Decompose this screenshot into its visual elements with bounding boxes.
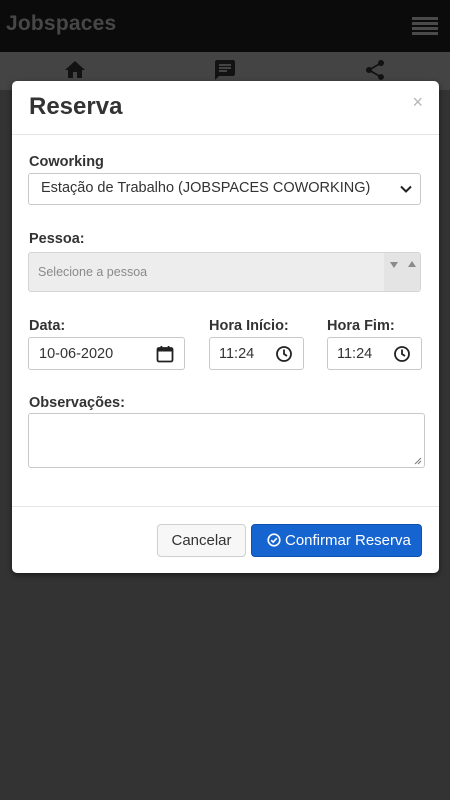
coworking-label: Coworking	[29, 154, 104, 170]
caret-up-icon	[408, 261, 416, 267]
chevron-down-icon	[400, 185, 412, 193]
data-label: Data:	[29, 318, 66, 334]
confirm-reservation-button[interactable]: Confirmar Reserva	[251, 524, 422, 557]
observacoes-textarea[interactable]	[28, 413, 425, 468]
hora-fim-input[interactable]: 11:24	[327, 337, 422, 370]
pessoa-label: Pessoa:	[29, 231, 85, 247]
chat-icon[interactable]	[213, 58, 237, 82]
hora-fim-label: Hora Fim:	[327, 318, 395, 334]
hora-inicio-value: 11:24	[219, 346, 255, 362]
caret-down-icon	[390, 262, 398, 268]
date-input[interactable]: 10-06-2020	[28, 337, 185, 370]
modal-header: Reserva ×	[12, 81, 439, 135]
coworking-select-value: Estação de Trabalho (JOBSPACES COWORKING…	[41, 180, 371, 196]
calendar-icon[interactable]	[156, 345, 174, 363]
app-title: Jobspaces	[6, 12, 117, 35]
date-input-value: 10-06-2020	[39, 346, 114, 362]
close-button[interactable]: ×	[412, 93, 423, 111]
confirm-button-label: Confirmar Reserva	[285, 532, 411, 549]
pessoa-select-arrows[interactable]	[384, 253, 420, 291]
observacoes-label: Observações:	[29, 395, 125, 411]
resize-grip-icon[interactable]	[414, 457, 422, 465]
coworking-select[interactable]: Estação de Trabalho (JOBSPACES COWORKING…	[28, 173, 421, 205]
modal-footer: Cancelar Confirmar Reserva	[12, 506, 439, 573]
check-circle-icon	[267, 533, 281, 547]
hora-inicio-input[interactable]: 11:24	[209, 337, 304, 370]
clock-icon[interactable]	[275, 345, 293, 363]
app-header: Jobspaces	[0, 0, 450, 52]
share-icon[interactable]	[363, 58, 387, 82]
cancel-button[interactable]: Cancelar	[157, 524, 246, 557]
reservation-modal: Reserva × Coworking Estação de Trabalho …	[12, 81, 439, 573]
home-icon[interactable]	[63, 58, 87, 82]
pessoa-select[interactable]: Selecione a pessoa	[28, 252, 421, 292]
hora-inicio-label: Hora Início:	[209, 318, 289, 334]
clock-icon[interactable]	[393, 345, 411, 363]
modal-title: Reserva	[29, 93, 123, 120]
hamburger-menu-icon[interactable]	[412, 17, 438, 37]
hora-fim-value: 11:24	[337, 346, 373, 362]
pessoa-placeholder: Selecione a pessoa	[38, 265, 148, 279]
